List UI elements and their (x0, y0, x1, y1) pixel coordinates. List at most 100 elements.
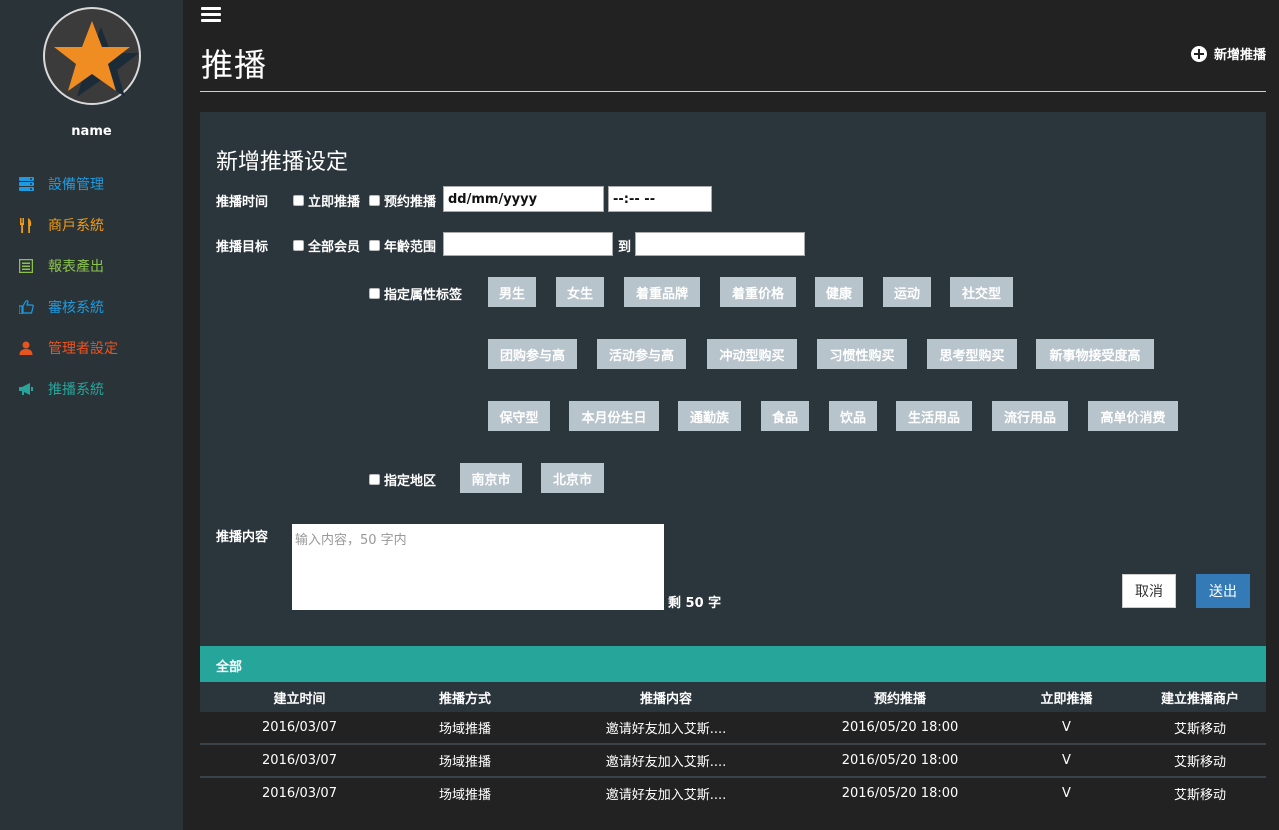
table-cell: 邀请好友加入艾斯.... (605, 788, 727, 803)
immediate-label: 立即推播 (308, 195, 361, 210)
star-icon (54, 21, 139, 97)
table-cell: V (999, 744, 1134, 778)
page-title: 推播 (201, 46, 268, 84)
sidebar-item-label: 報表產出 (48, 259, 104, 275)
table-cell: 艾斯移动 (1134, 712, 1266, 745)
table-cell: 场域推播 (399, 744, 531, 778)
age-range-checkbox[interactable] (369, 240, 380, 251)
tag-chip[interactable]: 冲动型购买 (707, 339, 797, 369)
column-header: 建立推播商户 (1134, 682, 1266, 712)
user-icon (18, 340, 34, 356)
table-cell: 2016/03/07 (200, 712, 399, 745)
tag-chip[interactable]: 健康 (815, 277, 863, 307)
tag-chip[interactable]: 饮品 (829, 401, 877, 431)
time-input[interactable]: --:-- -- (608, 186, 712, 212)
date-input[interactable]: dd/mm/yyyy (443, 186, 604, 212)
plus-circle-icon (1190, 45, 1207, 62)
table-row[interactable]: 2016/03/07 场域推播 邀请好友加入艾斯.... 2016/05/20 … (200, 744, 1266, 778)
server-icon (18, 176, 34, 192)
tag-chip[interactable]: 团购参与高 (488, 339, 577, 369)
tag-chip[interactable]: 生活用品 (896, 401, 972, 431)
table-cell: 2016/03/07 (200, 744, 399, 778)
tag-chip[interactable]: 思考型购买 (927, 339, 1017, 369)
table-cell: 艾斯移动 (1173, 788, 1226, 803)
table-cell: V (999, 712, 1134, 745)
immediate-checkbox[interactable] (293, 195, 304, 206)
thumbs-up-icon (18, 299, 34, 315)
table-cell: 场域推播 (438, 788, 491, 803)
push-form-panel: 新增推播设定 推播时间 立即推播 预约推播 dd/mm/yyyy --:-- -… (200, 112, 1266, 646)
target-label: 推播目标 (216, 240, 269, 255)
table-cell: V (1062, 786, 1071, 801)
tag-chip[interactable]: 女生 (556, 277, 604, 307)
region-label: 指定地区 (384, 474, 437, 489)
column-header: 推播方式 (399, 682, 531, 712)
column-header: 建立时间 (200, 682, 399, 712)
tag-chip[interactable]: 活动参与高 (597, 339, 686, 369)
submit-button[interactable]: 送出 (1196, 574, 1250, 608)
scheduled-checkbox[interactable] (369, 195, 380, 206)
sidebar-item-label: 審核系統 (48, 300, 104, 316)
to-label: 到 (618, 240, 632, 255)
add-push-label: 新增推播 (1213, 48, 1266, 63)
table-cell: 艾斯移动 (1134, 744, 1266, 778)
tag-chip[interactable]: 流行用品 (992, 401, 1068, 431)
table-cell: 2016/03/07 (262, 786, 337, 801)
table-header-row: 建立时间 推播方式 推播内容 预约推播 立即推播 建立推播商户 (200, 682, 1266, 712)
table-row[interactable]: 2016/03/07 场域推播 邀请好友加入艾斯.... 2016/05/20 … (200, 777, 1266, 809)
sidebar-item-admin[interactable]: 管理者設定 (18, 337, 118, 359)
sidebar-item-reports[interactable]: 報表產出 (18, 255, 104, 277)
username: name (71, 124, 112, 139)
push-table: 建立时间 推播方式 推播内容 预约推播 立即推播 建立推播商户 2016/03/… (200, 682, 1266, 809)
form-title: 新增推播设定 (216, 150, 349, 175)
tag-chip[interactable]: 高单价消费 (1088, 401, 1178, 431)
tag-chip[interactable]: 着重价格 (720, 277, 796, 307)
table-row[interactable]: 2016/03/07 场域推播 邀请好友加入艾斯.... 2016/05/20 … (200, 712, 1266, 745)
column-header: 立即推播 (999, 682, 1134, 712)
tag-chip[interactable]: 男生 (488, 277, 536, 307)
content-label: 推播内容 (216, 530, 269, 545)
tag-chip[interactable]: 通勤族 (678, 401, 741, 431)
scheduled-label: 预约推播 (384, 195, 437, 210)
table-cell: 2016/05/20 18:00 (801, 744, 999, 778)
menu-toggle-icon[interactable] (200, 4, 222, 26)
content-textarea[interactable]: 输入内容，50 字内 (292, 524, 664, 610)
list-icon (18, 258, 34, 274)
region-chip[interactable]: 南京市 (460, 463, 522, 493)
table-cell: 场域推播 (399, 712, 531, 745)
table-cell: 2016/05/20 18:00 (801, 712, 999, 745)
tag-chip[interactable]: 运动 (883, 277, 931, 307)
tag-chip[interactable]: 习惯性购买 (817, 339, 907, 369)
tag-chip[interactable]: 着重品牌 (624, 277, 700, 307)
age-min-input[interactable] (443, 232, 613, 256)
avatar[interactable] (43, 7, 141, 105)
table-cell: 2016/05/20 18:00 (841, 786, 959, 801)
time-label: 推播时间 (216, 195, 269, 210)
sidebar-item-label: 商戶系統 (48, 218, 104, 234)
tag-chip[interactable]: 本月份生日 (569, 401, 659, 431)
table-section-bar: 全部 (200, 646, 1266, 682)
age-range-label: 年齡范围 (384, 240, 437, 255)
table-cell: 邀请好友加入艾斯.... (531, 744, 801, 778)
tag-chip[interactable]: 新事物接受度高 (1036, 339, 1154, 369)
cancel-button[interactable]: 取消 (1122, 574, 1176, 608)
tag-chip[interactable]: 保守型 (488, 401, 550, 431)
region-checkbox[interactable] (369, 474, 380, 485)
table-cell: 邀请好友加入艾斯.... (531, 712, 801, 745)
tag-chip[interactable]: 食品 (761, 401, 809, 431)
table-section-label[interactable]: 全部 (216, 656, 242, 675)
cutlery-icon (18, 217, 34, 233)
tags-checkbox[interactable] (369, 288, 380, 299)
sidebar-item-merchants[interactable]: 商戶系統 (18, 214, 104, 236)
all-members-label: 全部会员 (308, 240, 361, 255)
column-header: 预约推播 (801, 682, 999, 712)
tag-chip[interactable]: 社交型 (950, 277, 1013, 307)
all-members-checkbox[interactable] (293, 240, 304, 251)
sidebar-item-review[interactable]: 審核系統 (18, 296, 104, 318)
region-chip[interactable]: 北京市 (541, 463, 604, 493)
age-max-input[interactable] (635, 232, 805, 256)
sidebar-item-devices[interactable]: 設備管理 (18, 173, 104, 195)
sidebar-item-push[interactable]: 推播系統 (18, 378, 104, 400)
add-push-button[interactable]: 新增推播 (1190, 44, 1266, 63)
bullhorn-icon (18, 381, 34, 397)
